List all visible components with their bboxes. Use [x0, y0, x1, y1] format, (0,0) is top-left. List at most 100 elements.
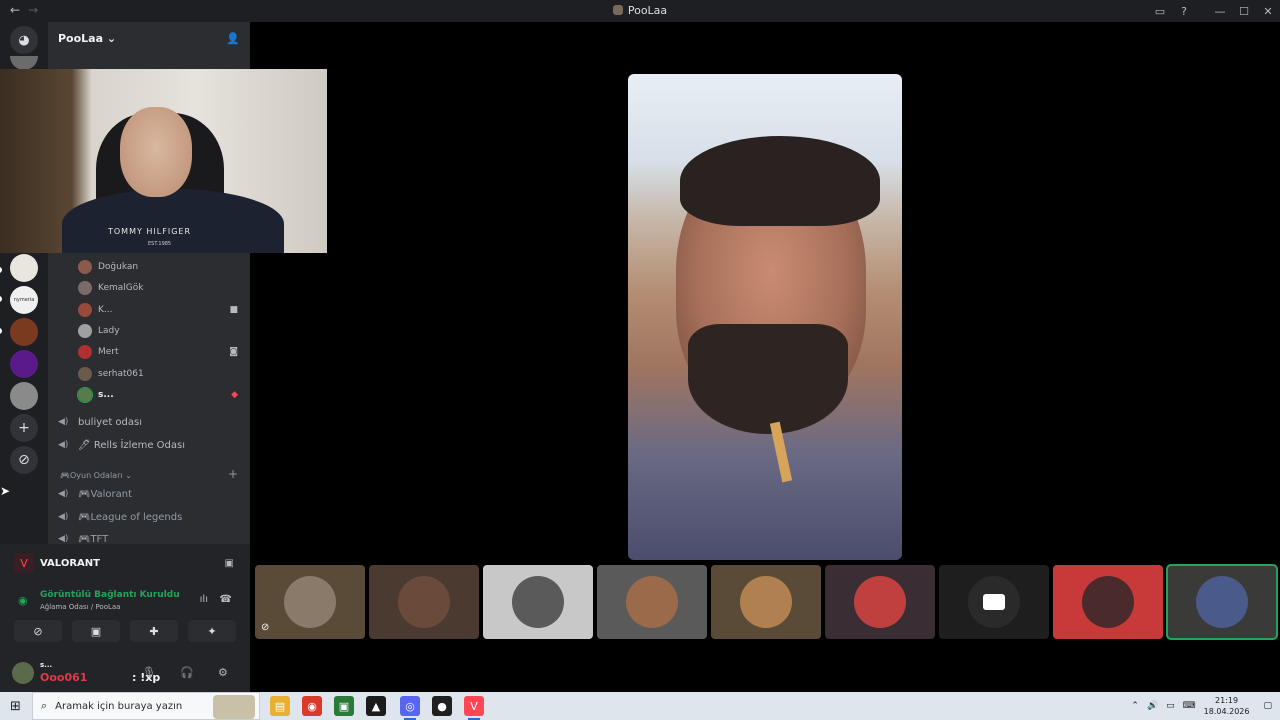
avatar	[78, 324, 92, 338]
voice-member[interactable]: s...	[77, 385, 114, 405]
voice-channel[interactable]: ◀) 🎮League of legends	[58, 507, 182, 527]
chevron-down-icon: ⌄	[106, 31, 117, 45]
mouse-cursor-icon: ➤	[0, 484, 11, 498]
avatar	[78, 367, 92, 381]
voice-channel[interactable]: ◀) 🎮Valorant	[58, 484, 132, 504]
screen-share-button[interactable]: ▣	[72, 620, 120, 642]
participant-tile[interactable]	[939, 565, 1049, 639]
app-red-icon[interactable]: ●	[432, 696, 452, 716]
category-header[interactable]: 🎮Oyun Odaları ⌄	[60, 471, 132, 480]
avatar	[77, 387, 93, 403]
maximize-button[interactable]: ☐	[1232, 5, 1256, 18]
valorant-icon: V	[14, 553, 34, 573]
explore-servers-icon[interactable]: ⊘	[10, 446, 38, 474]
activities-button[interactable]: ✚	[130, 620, 178, 642]
guild-name: PooLaa	[58, 31, 104, 45]
webcam-overlay: TOMMY HILFIGER EST.1985	[0, 69, 327, 253]
speaker-icon: ◀)	[58, 512, 69, 522]
username: s...	[40, 661, 53, 669]
clock[interactable]: 21:19 18.04.2026	[1204, 695, 1250, 717]
speaker-icon: ◀)	[58, 417, 69, 427]
participant-tile[interactable]	[1053, 565, 1163, 639]
participant-tile[interactable]	[711, 565, 821, 639]
search-icon: ⌕	[41, 699, 48, 712]
network-icon[interactable]: ▭	[1166, 701, 1175, 711]
discord-taskbar-icon[interactable]: ◎	[400, 696, 420, 720]
participant-tile[interactable]	[597, 565, 707, 639]
noise-suppression-icon[interactable]: ılı	[200, 594, 208, 605]
soundboard-button[interactable]: ✦	[188, 620, 236, 642]
add-channel-icon[interactable]: +	[228, 467, 238, 481]
speaker-icon: ◀)	[58, 534, 69, 544]
participant-tile[interactable]	[483, 565, 593, 639]
avatar	[78, 345, 92, 359]
unread-pill	[0, 296, 2, 302]
avatar	[78, 303, 92, 317]
settings-icon[interactable]: ⚙	[218, 666, 228, 679]
valorant-taskbar-icon[interactable]: V	[464, 696, 484, 720]
headset-icon[interactable]: 🎧	[180, 666, 194, 679]
participant-tile[interactable]: ⊘	[255, 565, 365, 639]
app-green-icon[interactable]: ▣	[334, 696, 354, 716]
connection-status[interactable]: Görüntülü Bağlantı Kuruldu	[40, 590, 180, 600]
voice-member[interactable]: Mert	[78, 342, 119, 362]
voice-member[interactable]: Lady	[78, 321, 120, 341]
screen-share-icon[interactable]: ▣	[225, 558, 234, 569]
participant-tile[interactable]	[825, 565, 935, 639]
speaker-icon: ◀)	[58, 489, 69, 499]
minimize-button[interactable]: —	[1208, 5, 1232, 18]
avatar	[284, 576, 336, 628]
signal-icon[interactable]: ◉	[18, 594, 28, 607]
notification-icon[interactable]: ▢	[1263, 701, 1272, 711]
tray-chevron-icon[interactable]: ⌃	[1131, 701, 1139, 711]
voice-member[interactable]: K...	[78, 300, 112, 320]
avatar	[398, 576, 450, 628]
taskbar-search[interactable]: ⌕ Aramak için buraya yazın	[32, 692, 260, 720]
voice-actions: ⊘ ▣ ✚ ✦	[14, 620, 236, 642]
voice-channel[interactable]: ◀) 🖊 Rells İzleme Odası	[58, 435, 185, 455]
discord-home-icon[interactable]: ◕	[10, 26, 38, 54]
app-dark-icon[interactable]: ▲	[366, 696, 386, 716]
avatar	[78, 281, 92, 295]
avatar[interactable]	[12, 662, 34, 684]
server-icon[interactable]	[10, 56, 38, 70]
server-icon[interactable]	[10, 350, 38, 378]
guild-header[interactable]: PooLaa ⌄ 👤	[48, 22, 250, 54]
valorant-icon: ◆	[231, 390, 238, 400]
disconnect-icon[interactable]: ☎	[220, 594, 232, 605]
video-stage: ⊘	[250, 22, 1280, 692]
window-controls: ▭ ? — ☐ ✕	[1148, 0, 1280, 22]
avatar	[626, 576, 678, 628]
voice-channel[interactable]: ◀) buliyet odası	[58, 412, 142, 432]
participant-tile[interactable]	[369, 565, 479, 639]
mic-icon[interactable]: 🎙	[142, 666, 156, 679]
focused-video[interactable]	[628, 74, 902, 560]
file-explorer-icon[interactable]: ▤	[270, 696, 290, 716]
hoodie-sub: EST.1985	[148, 241, 172, 247]
server-icon[interactable]	[10, 382, 38, 410]
camera-off-button[interactable]: ⊘	[14, 620, 62, 642]
inbox-icon[interactable]: ▭	[1148, 5, 1172, 18]
avatar	[1082, 576, 1134, 628]
close-button[interactable]: ✕	[1256, 5, 1280, 18]
avatar	[854, 576, 906, 628]
game-activity[interactable]: V VALORANT ▣	[6, 548, 244, 578]
keyboard-icon[interactable]: ⌨	[1183, 701, 1196, 711]
add-server-icon[interactable]: +	[10, 414, 38, 442]
window-title: PooLaa	[0, 4, 1280, 17]
voice-member[interactable]: serhat061	[78, 364, 144, 384]
voice-member[interactable]: Doğukan	[78, 257, 138, 277]
server-icon[interactable]	[10, 318, 38, 346]
help-icon[interactable]: ?	[1172, 5, 1196, 18]
volume-icon[interactable]: 🔊	[1147, 701, 1158, 711]
camera-off-icon: ⊘	[261, 622, 270, 633]
participant-tile-speaking[interactable]	[1166, 564, 1278, 640]
voice-member[interactable]: KemalGök	[78, 278, 143, 298]
windows-start-icon[interactable]: ⊞	[10, 699, 21, 714]
voice-room[interactable]: Ağlama Odası / PooLaa	[40, 603, 120, 611]
server-icon[interactable]: nymeria	[10, 286, 38, 314]
add-member-icon[interactable]: 👤	[226, 32, 240, 45]
avatar	[1196, 576, 1248, 628]
server-icon[interactable]	[10, 254, 38, 282]
chrome-icon[interactable]: ◉	[302, 696, 322, 716]
